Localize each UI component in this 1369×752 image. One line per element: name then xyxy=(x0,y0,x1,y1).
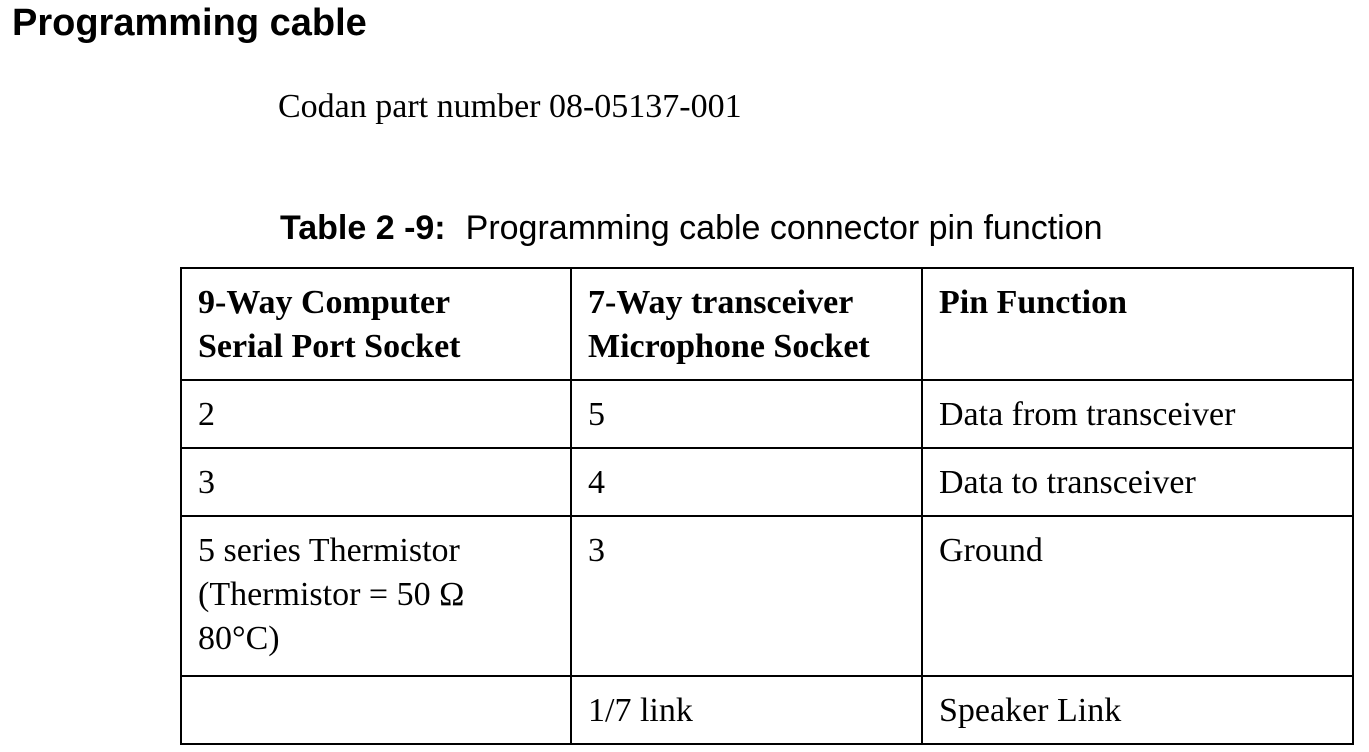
cell-line: 2 xyxy=(198,396,215,433)
header-line: 7-Way transceiver xyxy=(588,284,854,321)
mic-pin-cell: 1/7 link xyxy=(570,675,923,745)
pin-function-table: 9-Way Computer Serial Port Socket 7-Way … xyxy=(180,267,1354,745)
mic-pin-cell: 3 xyxy=(570,515,923,677)
cell-line: 80°C) xyxy=(198,620,280,657)
table-row: 1/7 link Speaker Link xyxy=(180,675,1354,745)
pin-function-cell: Speaker Link xyxy=(921,675,1354,745)
header-line: Pin Function xyxy=(939,284,1127,321)
serial-pin-cell xyxy=(180,675,572,745)
table-row: 2 5 Data from transceiver xyxy=(180,379,1354,449)
header-line: Microphone Socket xyxy=(588,328,870,365)
table-row: 3 4 Data to transceiver xyxy=(180,447,1354,517)
pin-function-cell: Ground xyxy=(921,515,1354,677)
mic-pin-cell: 4 xyxy=(570,447,923,517)
pin-function-cell: Data to transceiver xyxy=(921,447,1354,517)
cell-line: 3 xyxy=(198,464,215,501)
serial-pin-cell: 3 xyxy=(180,447,572,517)
header-microphone-socket: 7-Way transceiver Microphone Socket xyxy=(570,267,923,381)
table-header-row: 9-Way Computer Serial Port Socket 7-Way … xyxy=(180,267,1354,381)
header-pin-function: Pin Function xyxy=(921,267,1354,381)
table-caption: Table 2 -9: Programming cable connector p… xyxy=(280,206,1103,250)
table-caption-label: Table 2 -9: xyxy=(280,209,446,247)
header-line: 9-Way Computer xyxy=(198,284,451,321)
pin-function-cell: Data from transceiver xyxy=(921,379,1354,449)
mic-pin-cell: 5 xyxy=(570,379,923,449)
table-row: 5 series Thermistor (Thermistor = 50 Ω 8… xyxy=(180,515,1354,677)
header-line: Serial Port Socket xyxy=(198,328,461,365)
serial-pin-cell: 2 xyxy=(180,379,572,449)
cell-line: (Thermistor = 50 Ω xyxy=(198,576,465,613)
section-heading: Programming cable xyxy=(12,2,367,44)
serial-pin-cell: 5 series Thermistor (Thermistor = 50 Ω 8… xyxy=(180,515,572,677)
part-number-text: Codan part number 08-05137-001 xyxy=(278,88,742,125)
cell-line: 5 series Thermistor xyxy=(198,532,460,569)
table-caption-text: Programming cable connector pin function xyxy=(465,209,1103,247)
header-serial-port-socket: 9-Way Computer Serial Port Socket xyxy=(180,267,572,381)
